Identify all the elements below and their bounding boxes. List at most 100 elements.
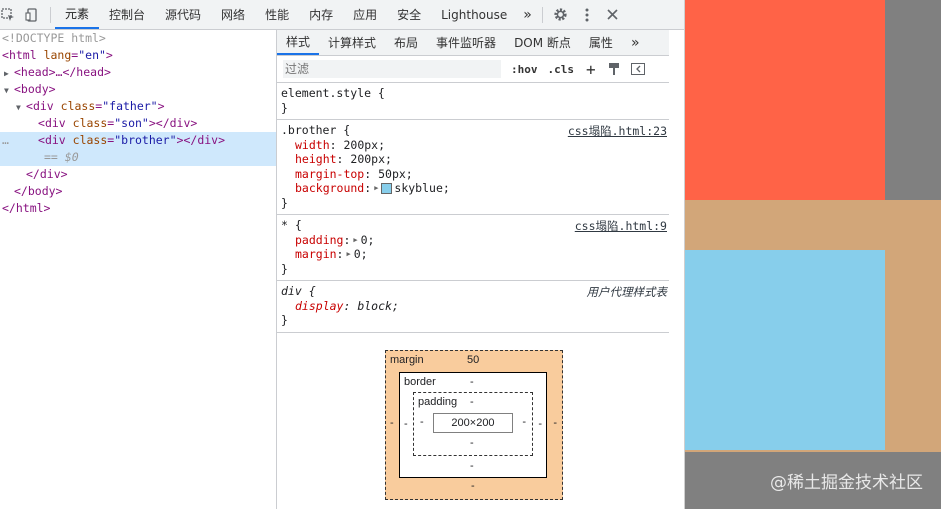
expand-triangle-icon[interactable]: ▶ (353, 233, 357, 248)
declaration-margin[interactable]: margin: ▶ 0; (281, 247, 665, 262)
inspect-element-icon[interactable] (0, 7, 16, 23)
styles-filter-bar: :hov .cls + (277, 56, 669, 83)
declaration-padding[interactable]: padding: ▶ 0; (281, 233, 665, 248)
box-model-padding[interactable]: padding - - - - 200×200 (413, 392, 533, 456)
dom-head[interactable]: ▶ <head>…</head> (0, 64, 276, 81)
gear-icon[interactable] (553, 7, 569, 23)
rule-user-agent-div[interactable]: 用户代理样式表 div { display: block; } (277, 281, 669, 333)
rule-universal[interactable]: css塌陷.html:9 * { padding: ▶ 0; margin: ▶ 0; … (277, 215, 669, 281)
box-model-border[interactable]: border - - - - padding - - - - 200×200 (399, 372, 547, 478)
dom-father[interactable]: ▼ <div class="father"> (0, 98, 276, 115)
dom-body-close[interactable]: </body> (0, 183, 276, 200)
subtab-computed[interactable]: 计算样式 (319, 30, 385, 55)
rule-close: } (281, 100, 288, 115)
expand-triangle-icon[interactable]: ▶ (346, 247, 350, 262)
subtab-dom-breakpoints[interactable]: DOM 断点 (505, 30, 580, 55)
tab-lighthouse[interactable]: Lighthouse (431, 0, 517, 29)
close-icon[interactable] (605, 7, 621, 23)
tab-security[interactable]: 安全 (387, 0, 431, 29)
collapse-arrow-icon[interactable]: ▼ (4, 82, 14, 99)
paint-brush-icon[interactable] (606, 61, 622, 77)
rule-selector: element.style { (281, 86, 385, 100)
box-model-margin[interactable]: margin 50 - - - border - - - - padding -… (385, 350, 563, 500)
subtab-styles[interactable]: 样式 (277, 30, 320, 55)
div-close: </div> (26, 167, 68, 181)
son-attr-value: "son" (114, 116, 149, 130)
body-background-strip (885, 0, 941, 200)
son-box (685, 0, 885, 200)
tab-performance[interactable]: 性能 (255, 0, 299, 29)
hov-toggle[interactable]: :hov (511, 63, 538, 76)
body-open: <body> (14, 82, 56, 96)
subtab-properties[interactable]: 属性 (580, 30, 622, 55)
more-tabs-button[interactable]: » (517, 0, 538, 29)
margin-bottom-value[interactable]: - (471, 480, 475, 492)
expand-triangle-icon[interactable]: ▶ (374, 181, 378, 196)
dom-doctype[interactable]: <!DOCTYPE html> (0, 30, 276, 47)
border-bottom-value[interactable]: - (470, 460, 474, 472)
html-close: </html> (2, 201, 51, 215)
more-subtabs-button[interactable]: » (622, 30, 649, 55)
margin-left-value[interactable]: - (390, 417, 394, 429)
declaration-width[interactable]: width: 200px; (281, 138, 665, 153)
tab-network[interactable]: 网络 (211, 0, 255, 29)
tab-console[interactable]: 控制台 (99, 0, 155, 29)
padding-right-value[interactable]: - (522, 416, 526, 428)
rule-close: } (281, 195, 288, 210)
padding-bottom-value[interactable]: - (470, 437, 474, 449)
rule-element-style[interactable]: element.style { } (277, 83, 669, 120)
declaration-margin-top[interactable]: margin-top: 50px; (281, 167, 665, 182)
dom-html[interactable]: <html lang="en"> (0, 47, 276, 64)
tab-application[interactable]: 应用 (343, 0, 387, 29)
border-label: border (404, 376, 436, 388)
declaration-background[interactable]: background: ▶ skyblue; (281, 181, 665, 196)
rule-brother[interactable]: css塌陷.html:23 .brother { width: 200px; h… (277, 120, 669, 215)
rule-close: } (281, 313, 288, 327)
dom-html-close[interactable]: </html> (0, 200, 276, 217)
device-toolbar-icon[interactable] (24, 7, 40, 23)
tab-elements[interactable]: 元素 (55, 0, 100, 29)
subtab-layout[interactable]: 布局 (385, 30, 427, 55)
padding-top-value[interactable]: - (470, 396, 474, 408)
cls-toggle[interactable]: .cls (548, 63, 575, 76)
expand-arrow-icon[interactable]: ▶ (4, 65, 14, 82)
box-model-content[interactable]: 200×200 (433, 413, 513, 433)
filter-input[interactable] (283, 60, 501, 78)
collapse-arrow-icon[interactable]: ▼ (16, 99, 26, 116)
brother-attr: class (72, 133, 108, 147)
declaration-height[interactable]: height: 200px; (281, 152, 665, 167)
watermark-text: @稀土掘金技术社区 (770, 473, 923, 493)
kebab-menu-icon[interactable] (579, 7, 595, 23)
styles-sidebar: 样式 计算样式 布局 事件监听器 DOM 断点 属性 » :hov .cls +… (277, 30, 669, 509)
rule-source-link[interactable]: css塌陷.html:23 (568, 123, 667, 139)
html-attr-value: "en" (78, 48, 106, 62)
rule-source-link[interactable]: css塌陷.html:9 (575, 218, 667, 234)
tab-memory[interactable]: 内存 (299, 0, 343, 29)
margin-top-value[interactable]: 50 (467, 354, 479, 366)
dom-father-close[interactable]: </div> (0, 166, 276, 183)
father-box (685, 0, 941, 452)
devtools-toolbar: 元素 控制台 源代码 网络 性能 内存 应用 安全 Lighthouse » (0, 0, 684, 30)
border-right-value[interactable]: - (538, 418, 542, 430)
padding-left-value[interactable]: - (420, 416, 424, 428)
border-left-value[interactable]: - (404, 418, 408, 430)
border-top-value[interactable]: - (470, 376, 474, 388)
color-swatch[interactable] (381, 183, 393, 194)
head-collapsed: <head>…</head> (14, 65, 111, 79)
margin-right-value[interactable]: - (553, 417, 557, 429)
dom-son[interactable]: <div class="son"></div> (0, 115, 276, 132)
toggle-sidebar-icon[interactable] (630, 61, 646, 77)
brother-close-tag: div (197, 133, 219, 147)
father-attr: class (60, 99, 96, 113)
brother-attr-value: "brother" (114, 133, 177, 147)
tab-sources[interactable]: 源代码 (155, 0, 211, 29)
subtab-event-listeners[interactable]: 事件监听器 (427, 30, 505, 55)
father-tag: div (32, 99, 54, 113)
dom-body[interactable]: ▼ <body> (0, 81, 276, 98)
elements-tree: <!DOCTYPE html> <html lang="en"> ▶ <head>… (0, 30, 277, 509)
new-rule-button[interactable]: + (586, 60, 596, 79)
margin-label: margin (390, 354, 424, 366)
dom-brother-selected[interactable]: … <div class="brother"></div> (0, 132, 276, 149)
son-tag: div (44, 116, 66, 130)
styles-subtabs: 样式 计算样式 布局 事件监听器 DOM 断点 属性 » (277, 30, 669, 56)
